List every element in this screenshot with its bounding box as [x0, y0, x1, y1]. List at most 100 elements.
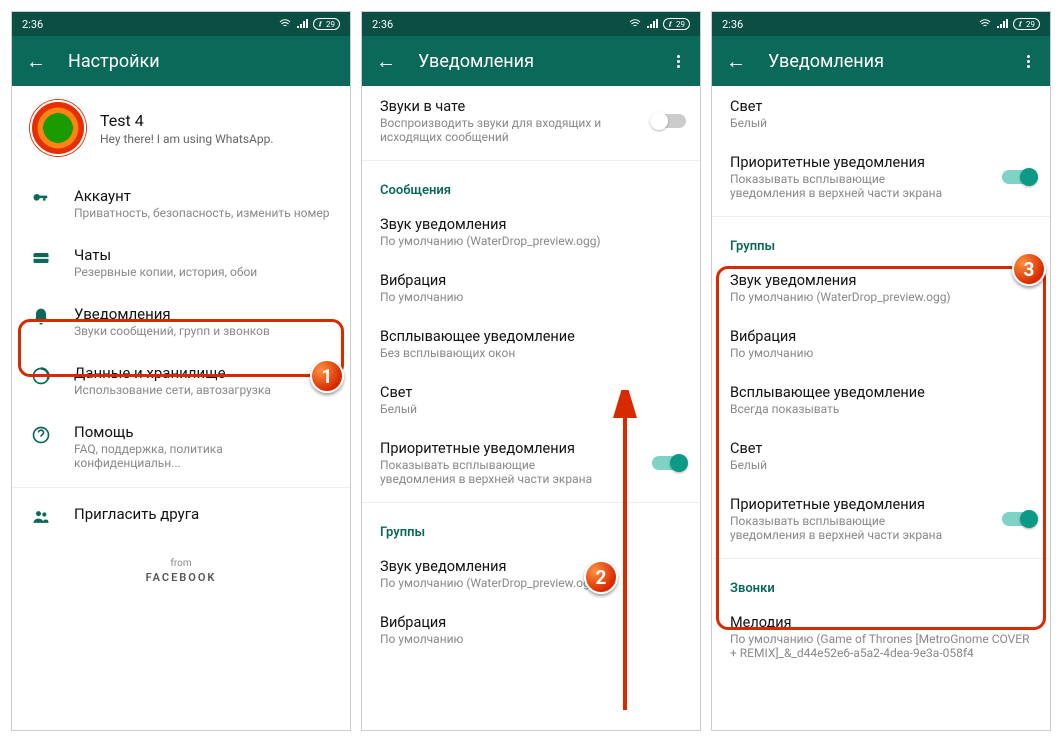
profile-row[interactable]: Test 4 Hey there! I am using WhatsApp.: [12, 86, 350, 174]
menu-title: Уведомления: [74, 305, 270, 323]
menu-sub: Использование сети, автозагрузка: [74, 383, 271, 397]
toggle-grp-priority[interactable]: [1002, 512, 1036, 526]
divider: [362, 160, 700, 161]
setting-title: Всплывающее уведомление: [380, 328, 682, 345]
more-menu-icon[interactable]: [671, 49, 686, 74]
toggle-msg-priority[interactable]: [1002, 170, 1036, 184]
back-arrow-icon[interactable]: ←: [26, 49, 46, 74]
setting-title: Звук уведомления: [380, 558, 682, 575]
section-header-calls: Звонки: [712, 563, 1050, 602]
profile-status: Hey there! I am using WhatsApp.: [100, 132, 274, 146]
setting-sub: По умолчанию (WaterDrop_preview.ogg): [380, 234, 682, 248]
menu-title: Данные и хранилище: [74, 364, 271, 382]
menu-title: Чаты: [74, 246, 257, 264]
setting-grp-vibration[interactable]: Вибрация По умолчанию: [362, 602, 700, 658]
setting-title: Приоритетные уведомления: [380, 440, 682, 457]
menu-item-invite[interactable]: Пригласить друга: [12, 492, 350, 540]
setting-title: Вибрация: [730, 328, 1032, 345]
appbar-title: Уведомления: [768, 51, 884, 72]
setting-title: Всплывающее уведомление: [730, 384, 1032, 401]
setting-msg-sound[interactable]: Звук уведомления По умолчанию (WaterDrop…: [362, 204, 700, 260]
signal-icon: [296, 18, 308, 30]
setting-msg-popup[interactable]: Всплывающее уведомление Без всплывающих …: [362, 316, 700, 372]
setting-sub: По умолчанию (WaterDrop_preview.ogg): [730, 290, 1032, 304]
avatar: [30, 100, 86, 156]
chat-icon: [30, 248, 52, 268]
setting-sub: По умолчанию (WaterDrop_preview.ogg): [380, 576, 682, 590]
setting-msg-priority[interactable]: Приоритетные уведомления Показывать вспл…: [362, 428, 700, 498]
setting-title: Приоритетные уведомления: [730, 496, 1032, 513]
profile-name: Test 4: [100, 111, 274, 130]
battery-indicator: 29: [663, 18, 690, 30]
setting-title: Звук уведомления: [380, 216, 682, 233]
footer-from: from: [12, 558, 350, 569]
back-arrow-icon[interactable]: ←: [726, 49, 746, 74]
key-icon: [30, 189, 52, 209]
setting-sub: По умолчанию: [380, 632, 682, 646]
app-bar: ← Уведомления: [712, 36, 1050, 86]
toggle-msg-priority[interactable]: [652, 456, 686, 470]
section-header-groups: Группы: [712, 221, 1050, 260]
wifi-icon: [979, 18, 991, 30]
signal-icon: [646, 18, 658, 30]
people-icon: [30, 507, 52, 527]
more-menu-icon[interactable]: [1021, 49, 1036, 74]
setting-msg-light[interactable]: Свет Белый: [362, 372, 700, 428]
setting-msg-priority[interactable]: Приоритетные уведомления Показывать вспл…: [712, 142, 1050, 212]
menu-item-chats[interactable]: ЧатыРезервные копии, история, обои: [12, 233, 350, 292]
menu-sub: FAQ, поддержка, политика конфиденциальн.…: [74, 442, 332, 470]
setting-grp-sound[interactable]: Звук уведомления По умолчанию (WaterDrop…: [362, 546, 700, 602]
setting-title: Вибрация: [380, 272, 682, 289]
signal-icon: [996, 18, 1008, 30]
footer: from FACEBOOK: [12, 558, 350, 584]
bell-icon: [30, 307, 52, 327]
app-bar: ← Настройки: [12, 36, 350, 86]
menu-item-notifications[interactable]: УведомленияЗвуки сообщений, групп и звон…: [12, 292, 350, 351]
setting-sub: Без всплывающих окон: [380, 346, 682, 360]
battery-indicator: 29: [313, 18, 340, 30]
setting-grp-sound[interactable]: Звук уведомления По умолчанию (WaterDrop…: [712, 260, 1050, 316]
setting-sub: Показывать всплывающие уведомления в вер…: [730, 172, 960, 200]
toggle-chat-sounds[interactable]: [652, 114, 686, 128]
section-header-groups: Группы: [362, 507, 700, 546]
menu-item-account[interactable]: АккаунтПриватность, безопасность, измени…: [12, 174, 350, 233]
screenshot-1-settings: 2:36 29 ← Настройки Test 4 Hey there! I …: [12, 12, 350, 730]
divider: [362, 502, 700, 503]
menu-item-data[interactable]: Данные и хранилищеИспользование сети, ав…: [12, 351, 350, 410]
divider: [712, 216, 1050, 217]
section-header-messages: Сообщения: [362, 165, 700, 204]
setting-sub: По умолчанию (Game of Thrones [MetroGnom…: [730, 632, 1032, 660]
setting-sub: По умолчанию: [380, 290, 682, 304]
battery-indicator: 29: [1013, 18, 1040, 30]
appbar-title: Уведомления: [418, 51, 534, 72]
menu-item-help[interactable]: ПомощьFAQ, поддержка, политика конфиденц…: [12, 410, 350, 483]
setting-grp-light[interactable]: Свет Белый: [712, 428, 1050, 484]
setting-title: Свет: [380, 384, 682, 401]
status-time: 2:36: [22, 18, 43, 31]
setting-msg-light[interactable]: Свет Белый: [712, 86, 1050, 142]
setting-msg-vibration[interactable]: Вибрация По умолчанию: [362, 260, 700, 316]
menu-sub: Звуки сообщений, групп и звонков: [74, 324, 270, 338]
wifi-icon: [279, 18, 291, 30]
status-bar: 2:36 29: [362, 12, 700, 36]
setting-title: Мелодия: [730, 614, 1032, 631]
status-bar: 2:36 29: [12, 12, 350, 36]
app-bar: ← Уведомления: [362, 36, 700, 86]
setting-chat-sounds[interactable]: Звуки в чате Воспроизводить звуки для вх…: [362, 86, 700, 156]
setting-title: Звук уведомления: [730, 272, 1032, 289]
back-arrow-icon[interactable]: ←: [376, 49, 396, 74]
callout-badge-2: 2: [584, 560, 618, 594]
setting-grp-popup[interactable]: Всплывающее уведомление Всегда показыват…: [712, 372, 1050, 428]
menu-sub: Резервные копии, история, обои: [74, 265, 257, 279]
setting-grp-vibration[interactable]: Вибрация По умолчанию: [712, 316, 1050, 372]
setting-title: Приоритетные уведомления: [730, 154, 1032, 171]
menu-title: Помощь: [74, 423, 332, 441]
setting-grp-priority[interactable]: Приоритетные уведомления Показывать вспл…: [712, 484, 1050, 554]
data-usage-icon: [30, 366, 52, 386]
wifi-icon: [629, 18, 641, 30]
setting-sub: По умолчанию: [730, 346, 1032, 360]
setting-sub: Белый: [380, 402, 682, 416]
setting-sub: Белый: [730, 458, 1032, 472]
status-time: 2:36: [722, 18, 743, 31]
setting-call-melody[interactable]: Мелодия По умолчанию (Game of Thrones [M…: [712, 602, 1050, 672]
